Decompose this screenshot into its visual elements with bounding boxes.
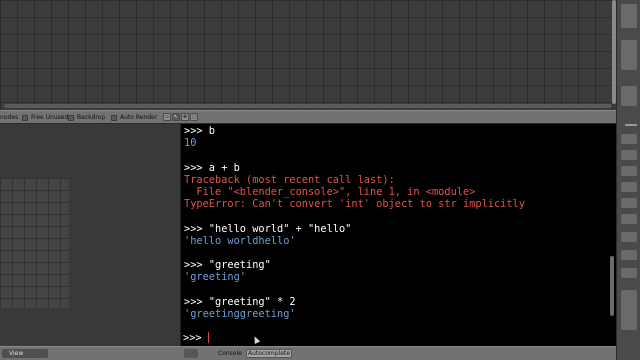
console-line-output: 'greetinggreeting' <box>184 307 296 320</box>
nodes-toggle[interactable]: nodes <box>0 114 18 121</box>
toolbar-button[interactable] <box>621 250 637 260</box>
left-viewport[interactable] <box>0 124 180 346</box>
free-unused-label: Free Unused <box>31 114 69 121</box>
toolbar-panel-tab[interactable] <box>621 86 637 106</box>
snap-tool-icon[interactable]: ▢ <box>190 113 198 121</box>
autocomplete-label: Autocomplete <box>248 350 290 357</box>
editor-type-icon[interactable] <box>184 349 198 358</box>
select-tool-icon[interactable]: ↖ <box>172 113 180 121</box>
console-output: >>> b 10 >>> a + b Traceback (most recent c… <box>184 125 616 320</box>
grab-tool-icon[interactable]: ✥ <box>181 113 189 121</box>
toolbar-button[interactable] <box>621 134 637 144</box>
auto-render-toggle[interactable]: Auto Render <box>111 114 157 121</box>
console-line-output: 'hello worldhello' <box>184 234 296 247</box>
console-line-output: 10 <box>184 137 197 150</box>
console-line-input: >>> b <box>184 125 215 137</box>
console-scrollbar[interactable] <box>610 256 614 316</box>
viewport-grid <box>0 178 69 308</box>
properties-toolbar-strip <box>616 0 640 360</box>
toolbar-button[interactable] <box>621 166 637 176</box>
view-menu[interactable]: View <box>2 349 48 358</box>
auto-render-label: Auto Render <box>120 114 158 121</box>
toolbar-button[interactable] <box>621 268 637 278</box>
toolbar-button[interactable] <box>621 232 637 242</box>
console-line-error: File "<blender_console>", line 1, in <mo… <box>184 185 476 198</box>
backdrop-label: Backdrop <box>77 114 106 121</box>
toolbar-divider <box>625 124 637 126</box>
console-line-output: 'greeting' <box>184 271 246 284</box>
view-menu-label: View <box>9 350 24 357</box>
backdrop-checkbox[interactable] <box>68 114 74 121</box>
console-prompt: >>> <box>183 332 208 344</box>
console-menu[interactable]: Console <box>218 350 242 357</box>
toolbar-panel-tab[interactable] <box>621 4 637 28</box>
toolbar-button[interactable] <box>621 198 637 208</box>
console-line-input: >>> "hello world" + "hello" <box>184 222 352 235</box>
nodes-label: nodes <box>0 114 19 121</box>
toolbar-button[interactable] <box>621 214 637 224</box>
node-editor-horizontal-scrollbar[interactable] <box>4 104 612 108</box>
free-unused-toggle[interactable]: Free Unused <box>22 114 68 121</box>
text-cursor <box>208 332 209 343</box>
console-line-input: >>> "greeting" * 2 <box>184 295 296 308</box>
python-console[interactable]: >>> b 10 >>> a + b Traceback (most recent c… <box>180 124 616 346</box>
toolbar-panel-tab[interactable] <box>621 40 637 70</box>
node-editor-header: nodes Free Unused Backdrop Auto Render ▫… <box>0 110 616 124</box>
auto-render-checkbox[interactable] <box>111 114 117 121</box>
console-line-error: Traceback (most recent call last): <box>184 173 395 186</box>
backdrop-toggle[interactable]: Backdrop <box>68 114 105 121</box>
blender-window: nodes Free Unused Backdrop Auto Render ▫… <box>0 0 640 360</box>
toolbar-button[interactable] <box>621 150 637 160</box>
console-line-error: TypeError: Can't convert 'int' object to… <box>184 198 525 211</box>
header-button-group: ▫ ↖ ✥ ▢ <box>163 113 198 121</box>
console-header: View Console Autocomplete <box>0 346 616 360</box>
pointer-tool-icon[interactable]: ▫ <box>163 113 171 121</box>
free-unused-checkbox[interactable] <box>22 114 28 121</box>
autocomplete-button[interactable]: Autocomplete <box>246 349 292 358</box>
toolbar-button[interactable] <box>621 182 637 192</box>
toolbar-panel-tab[interactable] <box>621 290 637 330</box>
console-line-input: >>> "greeting" <box>184 259 271 272</box>
console-line-input: >>> a + b <box>184 161 240 174</box>
node-editor-grid[interactable] <box>0 0 616 110</box>
